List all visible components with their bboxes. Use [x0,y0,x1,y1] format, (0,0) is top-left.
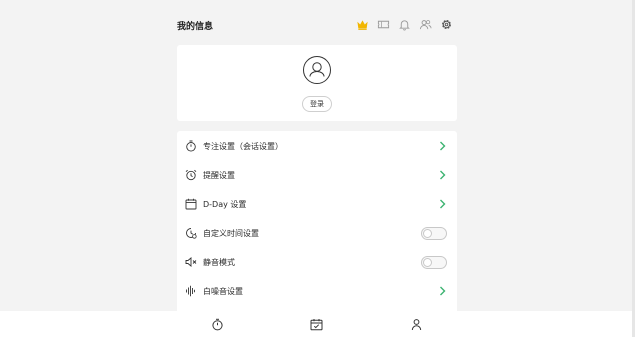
settings-item-label: 白噪音设置 [203,287,243,296]
chevron-right-icon [440,286,446,296]
calendar-tab-icon[interactable] [310,318,323,331]
settings-item-reminder[interactable]: 提醒设置 [177,161,457,190]
settings-item-label: 静音模式 [203,258,235,267]
settings-item-label: 自定义时间设置 [203,229,259,238]
mute-icon [185,257,197,267]
timer-tab-icon[interactable] [211,318,224,331]
sound-wave-icon [186,285,195,297]
alarm-clock-icon [185,169,197,181]
settings-item-focus[interactable]: 专注设置（会话设置） [177,132,457,161]
silent-mode-toggle[interactable] [421,256,447,269]
toggle-knob [423,229,432,238]
ticket-icon[interactable] [377,18,390,31]
app-screen: 我的信息 登录 专注设置（会话设置） 提醒设置 D-Day 设置 自定义时间设置… [0,0,635,337]
profile-tab-icon[interactable] [410,318,423,331]
login-button[interactable]: 登录 [302,96,332,112]
settings-item-white-noise[interactable]: 白噪音设置 [177,277,457,306]
chevron-right-icon [440,170,446,180]
settings-item-label: 提醒设置 [203,171,235,180]
toggle-knob [423,258,432,267]
settings-item-silent-mode: 静音模式 [177,248,457,277]
stopwatch-icon [186,140,196,152]
settings-item-custom-time: 自定义时间设置 [177,219,457,248]
profile-card: 登录 [177,45,457,121]
bell-icon[interactable] [398,18,411,31]
crown-icon[interactable] [356,18,369,31]
header: 我的信息 [177,17,457,35]
chevron-right-icon [440,141,446,151]
calendar-icon [185,198,197,210]
settings-item-dday[interactable]: D-Day 设置 [177,190,457,219]
chevron-right-icon [440,199,446,209]
settings-list: 专注设置（会话设置） 提醒设置 D-Day 设置 自定义时间设置 静音模式 白噪… [177,131,457,316]
friends-icon[interactable] [419,18,432,31]
page-title: 我的信息 [177,22,214,32]
settings-item-label: 专注设置（会话设置） [203,142,283,151]
header-actions [356,18,453,31]
custom-time-toggle[interactable] [421,227,447,240]
settings-item-label: D-Day 设置 [203,200,247,209]
custom-time-icon [186,228,197,239]
bottom-tab-bar [0,311,632,337]
gear-icon[interactable] [440,18,453,31]
avatar-icon[interactable] [302,55,332,85]
